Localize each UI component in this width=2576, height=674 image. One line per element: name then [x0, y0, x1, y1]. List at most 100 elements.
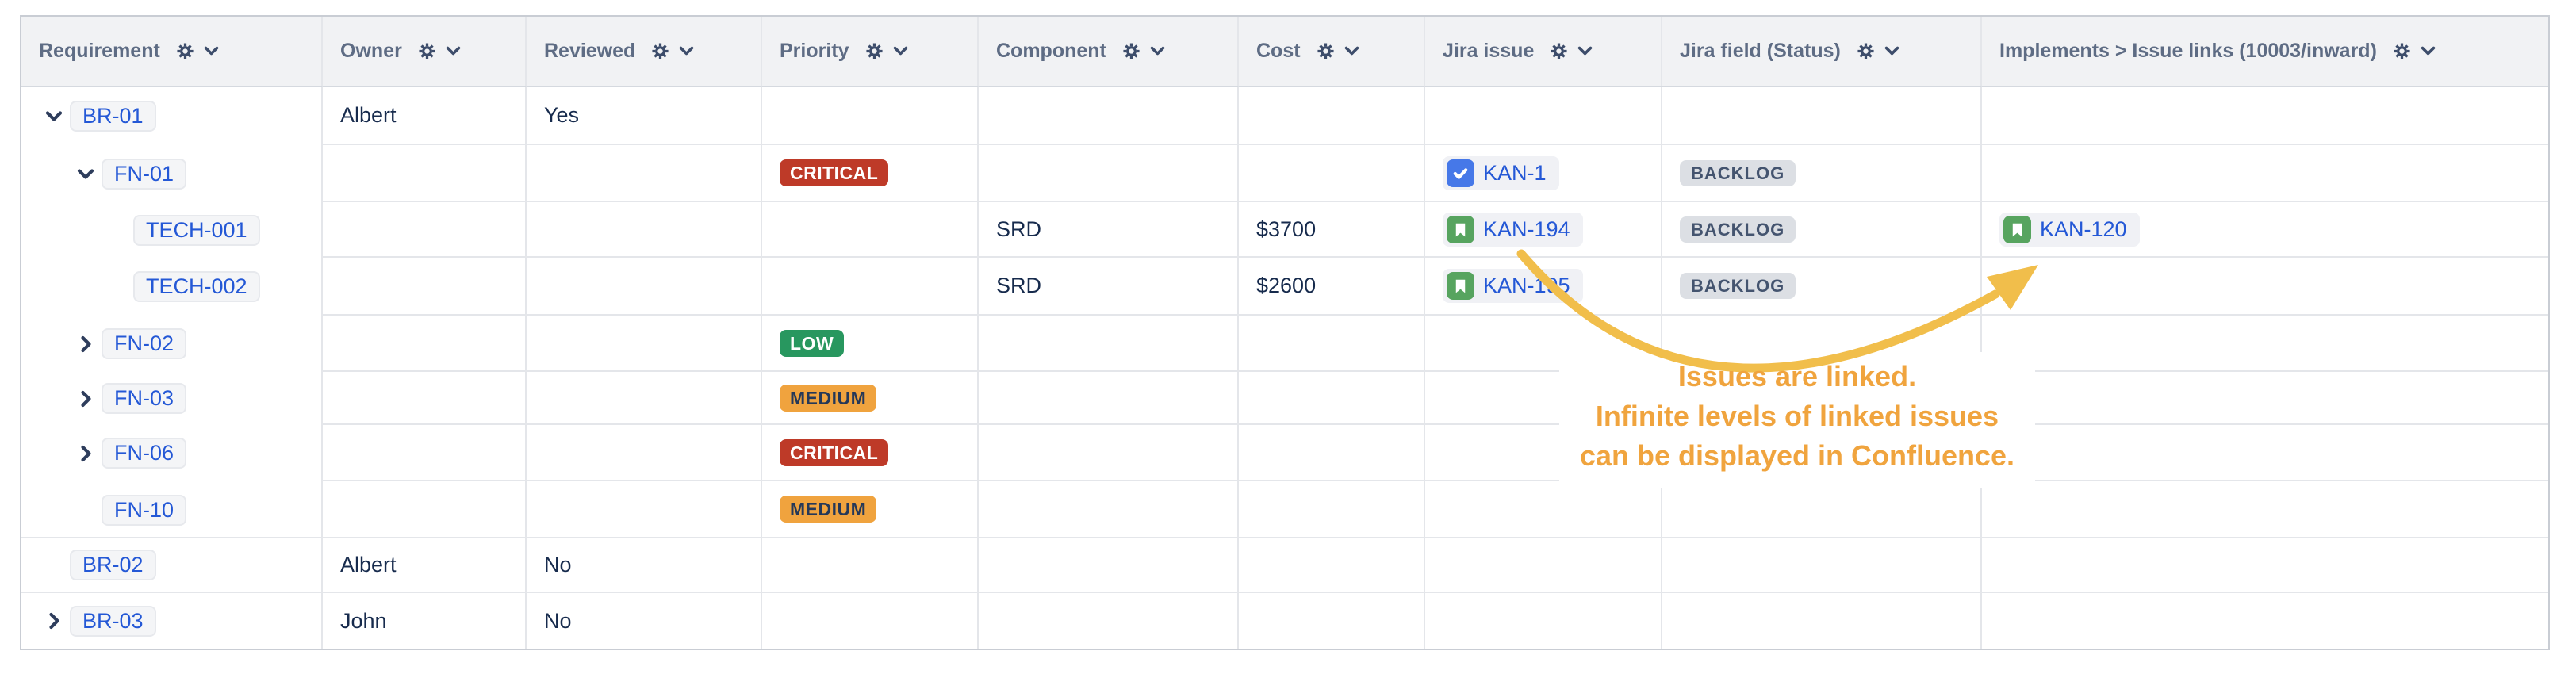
chevron-down-icon[interactable] — [1577, 46, 1593, 56]
gear-icon[interactable] — [1122, 42, 1140, 60]
gear-icon[interactable] — [1550, 42, 1568, 60]
reviewed-cell: No — [527, 538, 762, 593]
chevron-down-icon[interactable] — [446, 46, 461, 56]
chevron-down-icon[interactable] — [2421, 46, 2436, 56]
chevron-right-icon[interactable] — [75, 444, 96, 463]
column-label: Component — [996, 40, 1106, 63]
gear-icon[interactable] — [1857, 42, 1875, 60]
component-cell: SRD — [979, 202, 1239, 258]
empty-cell — [762, 593, 979, 649]
empty-cell — [979, 87, 1239, 145]
empty-cell — [323, 481, 527, 538]
empty-cell — [1662, 87, 1982, 145]
task-icon — [1447, 159, 1474, 187]
empty-cell — [1425, 87, 1662, 145]
column-label: Cost — [1256, 40, 1301, 63]
column-label: Priority — [780, 40, 849, 63]
requirement-badge[interactable]: BR-01 — [70, 101, 156, 132]
chevron-down-icon[interactable] — [893, 46, 908, 56]
requirement-badge[interactable]: FN-10 — [102, 495, 186, 526]
status-cell: BACKLOG — [1662, 145, 1982, 202]
requirement-badge[interactable]: FN-01 — [102, 159, 186, 190]
empty-cell — [979, 372, 1239, 425]
empty-cell — [323, 145, 527, 202]
empty-cell — [1982, 258, 2548, 316]
requirement-badge[interactable]: TECH-002 — [133, 271, 260, 302]
requirement-badge[interactable]: BR-02 — [70, 550, 156, 580]
gear-icon[interactable] — [418, 42, 436, 60]
chevron-right-icon[interactable] — [75, 389, 96, 408]
issue-key: KAN-1 — [1483, 161, 1547, 186]
requirement-badge[interactable]: BR-03 — [70, 606, 156, 637]
empty-cell — [979, 481, 1239, 538]
requirement-badge[interactable]: FN-03 — [102, 383, 186, 414]
chevron-down-icon[interactable] — [44, 110, 64, 122]
gear-icon[interactable] — [1317, 42, 1335, 60]
jira-issue-cell: KAN-195 — [1425, 258, 1662, 316]
empty-cell — [1239, 316, 1425, 372]
linked-issue-link[interactable]: KAN-120 — [1999, 213, 2140, 247]
jira-issue-link[interactable]: KAN-194 — [1443, 213, 1583, 247]
empty-cell — [527, 425, 762, 481]
requirement-badge[interactable]: FN-06 — [102, 438, 186, 469]
empty-cell — [1982, 87, 2548, 145]
empty-cell — [527, 372, 762, 425]
requirement-row: FN-10 — [21, 481, 321, 538]
empty-cell — [979, 316, 1239, 372]
chevron-down-icon[interactable] — [204, 46, 219, 56]
gear-icon[interactable] — [176, 42, 194, 60]
priority-badge: CRITICAL — [780, 159, 888, 186]
empty-cell — [1662, 538, 1982, 593]
column-label: Jira issue — [1443, 40, 1534, 63]
column-header-component: Component — [979, 17, 1239, 87]
cost-cell: $2600 — [1239, 258, 1425, 316]
empty-cell — [323, 316, 527, 372]
chevron-down-icon[interactable] — [75, 168, 96, 180]
annotation-text: Issues are linked. Infinite levels of li… — [1520, 357, 2075, 476]
gear-icon[interactable] — [865, 42, 884, 60]
column-header-owner: Owner — [323, 17, 527, 87]
empty-cell — [1982, 538, 2548, 593]
column-header-jira-field-status: Jira field (Status) — [1662, 17, 1982, 87]
gear-icon[interactable] — [651, 42, 669, 60]
reviewed-cell: Yes — [527, 87, 762, 145]
requirement-row: TECH-002 — [21, 258, 321, 316]
empty-cell — [1662, 481, 1982, 538]
requirement-badge[interactable]: FN-02 — [102, 328, 186, 359]
chevron-down-icon[interactable] — [1150, 46, 1165, 56]
empty-cell — [979, 425, 1239, 481]
chevron-down-icon[interactable] — [1884, 46, 1899, 56]
chevron-down-icon[interactable] — [679, 46, 694, 56]
column-label: Requirement — [39, 40, 160, 63]
priority-cell: CRITICAL — [762, 425, 979, 481]
issue-key: KAN-120 — [2040, 217, 2127, 242]
component-cell: SRD — [979, 258, 1239, 316]
jira-issue-link[interactable]: KAN-1 — [1443, 156, 1559, 190]
annotation-line: Infinite levels of linked issues — [1520, 396, 2075, 436]
chevron-down-icon[interactable] — [1344, 46, 1359, 56]
status-cell: BACKLOG — [1662, 202, 1982, 258]
priority-badge: LOW — [780, 330, 844, 357]
requirement-row: BR-01 — [21, 87, 321, 145]
empty-cell — [979, 538, 1239, 593]
empty-cell — [527, 145, 762, 202]
empty-cell — [762, 202, 979, 258]
chevron-right-icon[interactable] — [44, 611, 64, 630]
jira-issue-link[interactable]: KAN-195 — [1443, 269, 1583, 303]
requirement-row: FN-06 — [21, 425, 321, 481]
column-header-jira-issue: Jira issue — [1425, 17, 1662, 87]
story-icon — [1447, 272, 1474, 300]
empty-cell — [1239, 481, 1425, 538]
status-badge: BACKLOG — [1680, 160, 1796, 186]
priority-cell: CRITICAL — [762, 145, 979, 202]
empty-cell — [527, 481, 762, 538]
empty-cell — [1239, 87, 1425, 145]
requirement-badge[interactable]: TECH-001 — [133, 215, 260, 246]
chevron-right-icon[interactable] — [75, 335, 96, 354]
story-icon — [2003, 216, 2031, 243]
gear-icon[interactable] — [2393, 42, 2411, 60]
empty-cell — [323, 202, 527, 258]
status-badge: BACKLOG — [1680, 216, 1796, 243]
empty-cell — [1982, 145, 2548, 202]
empty-cell — [762, 538, 979, 593]
